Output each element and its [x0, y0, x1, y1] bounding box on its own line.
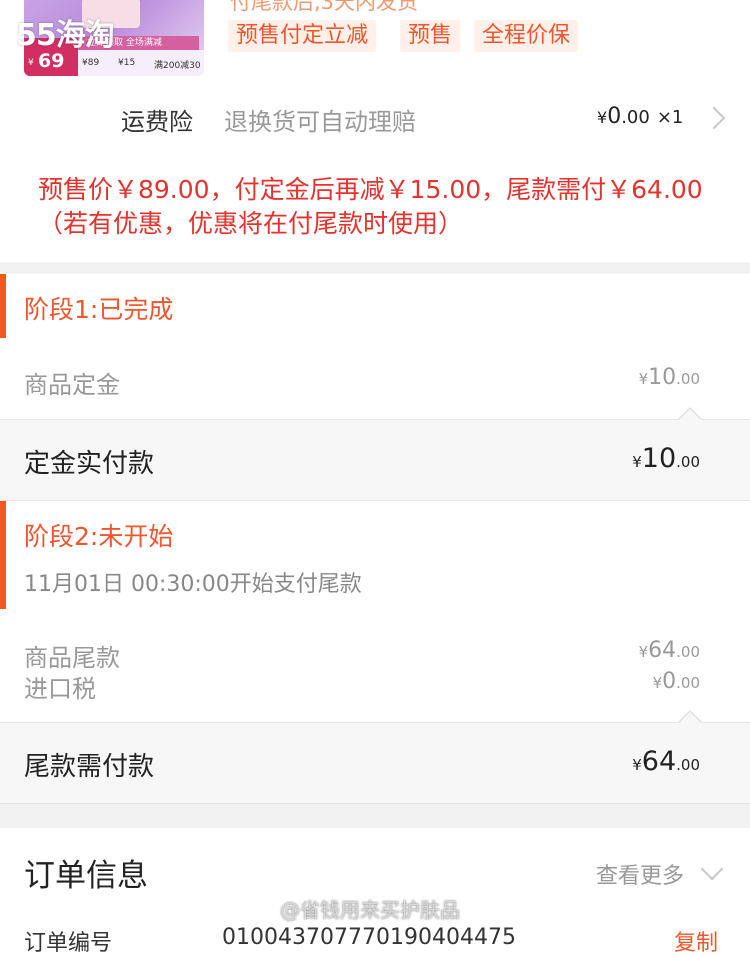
- presale-notice: 预售价￥89.00，付定金后再减￥15.00，尾款需付￥64.00（若有优惠，优…: [38, 175, 703, 238]
- insurance-price-dec: .00: [621, 107, 650, 128]
- insurance-qty: ×1: [656, 107, 684, 128]
- deposit-currency: ¥: [638, 370, 649, 388]
- shipping-note: 付尾款后,3天内发货: [230, 0, 419, 14]
- insurance-price-int: 0: [607, 104, 622, 129]
- stage1-title: 阶段1:已完成: [24, 295, 174, 324]
- section-gap: [0, 804, 750, 828]
- thumb-deposit: ¥15: [118, 58, 136, 68]
- tax-currency: ¥: [652, 674, 663, 692]
- order-info-title: 订单信息: [24, 858, 148, 894]
- order-number: 010043707770190404475: [222, 925, 516, 950]
- paid-int: 10: [641, 443, 677, 474]
- paid-dec: .00: [676, 453, 700, 471]
- thumb-misc: 满200减30: [154, 61, 201, 71]
- deposit-dec: .00: [676, 370, 700, 388]
- insurance-desc: 退换货可自动理赔: [224, 108, 416, 136]
- stage2-title: 阶段2:未开始: [24, 522, 174, 551]
- image-watermark: @省钱用来买护肤品: [280, 898, 460, 922]
- balance-int: 64: [648, 638, 677, 663]
- insurance-label: 运费险: [121, 108, 193, 136]
- insurance-price: ¥0.00 ×1: [597, 104, 683, 129]
- import-tax-label: 进口税: [24, 675, 96, 703]
- balance-label: 商品尾款: [24, 644, 120, 672]
- due-int: 64: [641, 746, 677, 777]
- view-more-link[interactable]: 查看更多: [596, 858, 684, 890]
- tax-dec: .00: [676, 674, 700, 692]
- order-number-label: 订单编号: [24, 931, 113, 956]
- stage1-indicator: [0, 274, 6, 338]
- tag-price-protect: 全程价保: [474, 20, 579, 52]
- site-watermark: 55海淘: [16, 18, 115, 53]
- tag-presale: 预售: [400, 20, 461, 52]
- balance-dec: .00: [676, 643, 700, 661]
- deposit-label: 商品定金: [24, 371, 120, 399]
- import-tax-amount: ¥0.00: [560, 669, 700, 694]
- stage2-indicator: [0, 501, 6, 609]
- section-gap: [0, 262, 750, 274]
- insurance-currency: ¥: [597, 108, 608, 127]
- paid-currency: ¥: [632, 453, 642, 471]
- copy-button[interactable]: 复制: [674, 925, 718, 957]
- due-dec: .00: [676, 756, 700, 774]
- thumb-currency: ¥: [28, 58, 34, 68]
- balance-start-time: 11月01日 00:30:00开始支付尾款: [24, 572, 362, 597]
- caret-up-fill: [678, 409, 702, 421]
- balance-due-label: 尾款需付款: [24, 752, 155, 782]
- insurance-row[interactable]: 运费险 退换货可自动理赔 ¥0.00 ×1: [0, 86, 750, 152]
- deposit-int: 10: [648, 365, 677, 390]
- balance-currency: ¥: [638, 643, 649, 661]
- balance-due-amount: ¥64.00: [560, 746, 700, 777]
- deposit-amount: ¥10.00: [560, 365, 700, 390]
- deposit-paid-label: 定金实付款: [24, 449, 155, 479]
- chevron-right-icon: [702, 106, 726, 130]
- caret-up-fill: [678, 712, 702, 724]
- due-currency: ¥: [632, 756, 642, 774]
- tax-int: 0: [662, 669, 677, 694]
- balance-amount: ¥64.00: [560, 638, 700, 663]
- tag-presale-discount: 预售付定立减: [228, 20, 377, 52]
- deposit-paid-amount: ¥10.00: [560, 443, 700, 474]
- thumb-price-small: ¥89: [82, 58, 100, 68]
